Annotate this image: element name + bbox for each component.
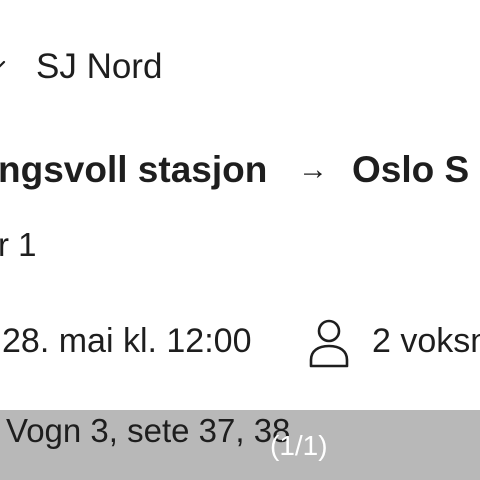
ticket-class: r 1 bbox=[0, 226, 37, 263]
seat-info: Vogn 3, sete 37, 38 bbox=[6, 412, 291, 449]
route-arrow-icon: → bbox=[298, 153, 328, 186]
departure-datetime: 28. mai kl. 12:00 bbox=[2, 322, 252, 360]
route-origin: ngsvoll stasjon bbox=[0, 149, 268, 190]
image-counter: (1/1) bbox=[270, 430, 328, 461]
operator-name: SJ Nord bbox=[36, 47, 163, 86]
person-icon bbox=[309, 319, 349, 368]
passenger-count: 2 voksn bbox=[372, 322, 480, 360]
chevron-down-icon bbox=[0, 60, 6, 68]
route-destination: Oslo S bbox=[352, 149, 470, 190]
